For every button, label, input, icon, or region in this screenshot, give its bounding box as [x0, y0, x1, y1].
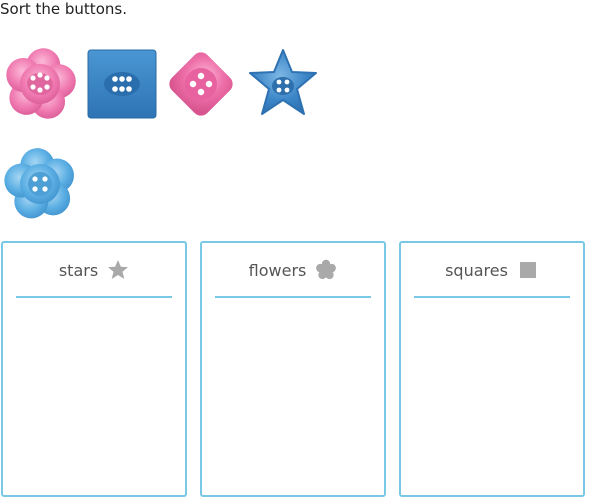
bin-stars[interactable]: stars [1, 241, 187, 497]
bin-squares[interactable]: squares [399, 241, 585, 497]
instruction-text: Sort the buttons. [0, 0, 127, 18]
bin-flowers[interactable]: flowers [200, 241, 386, 497]
blue-star-shape [249, 49, 317, 115]
square-icon [519, 262, 536, 278]
pink-flower-shape [6, 48, 76, 119]
pink-flower-button[interactable] [0, 44, 80, 124]
blue-flower-button[interactable] [0, 144, 80, 224]
blue-star-button[interactable] [243, 44, 323, 124]
pink-diamond-button[interactable] [161, 44, 241, 124]
bin-header: flowers [202, 257, 384, 283]
blue-flower-shape [4, 148, 74, 219]
flower-icon [316, 259, 337, 280]
pink-diamond-shape [169, 52, 233, 116]
star-icon [108, 260, 129, 279]
bin-label: stars [58, 260, 99, 280]
bin-drop-area[interactable] [3, 299, 185, 495]
bin-label: squares [445, 260, 508, 280]
bin-drop-area[interactable] [401, 299, 583, 495]
bin-header: stars [3, 257, 185, 283]
bin-divider [16, 296, 172, 298]
bin-divider [414, 296, 570, 298]
bin-divider [215, 296, 371, 298]
blue-square-button[interactable] [82, 44, 162, 124]
blue-square-shape [87, 49, 157, 119]
bin-label: flowers [248, 260, 307, 280]
bin-drop-area[interactable] [202, 299, 384, 495]
bin-header: squares [401, 257, 583, 283]
